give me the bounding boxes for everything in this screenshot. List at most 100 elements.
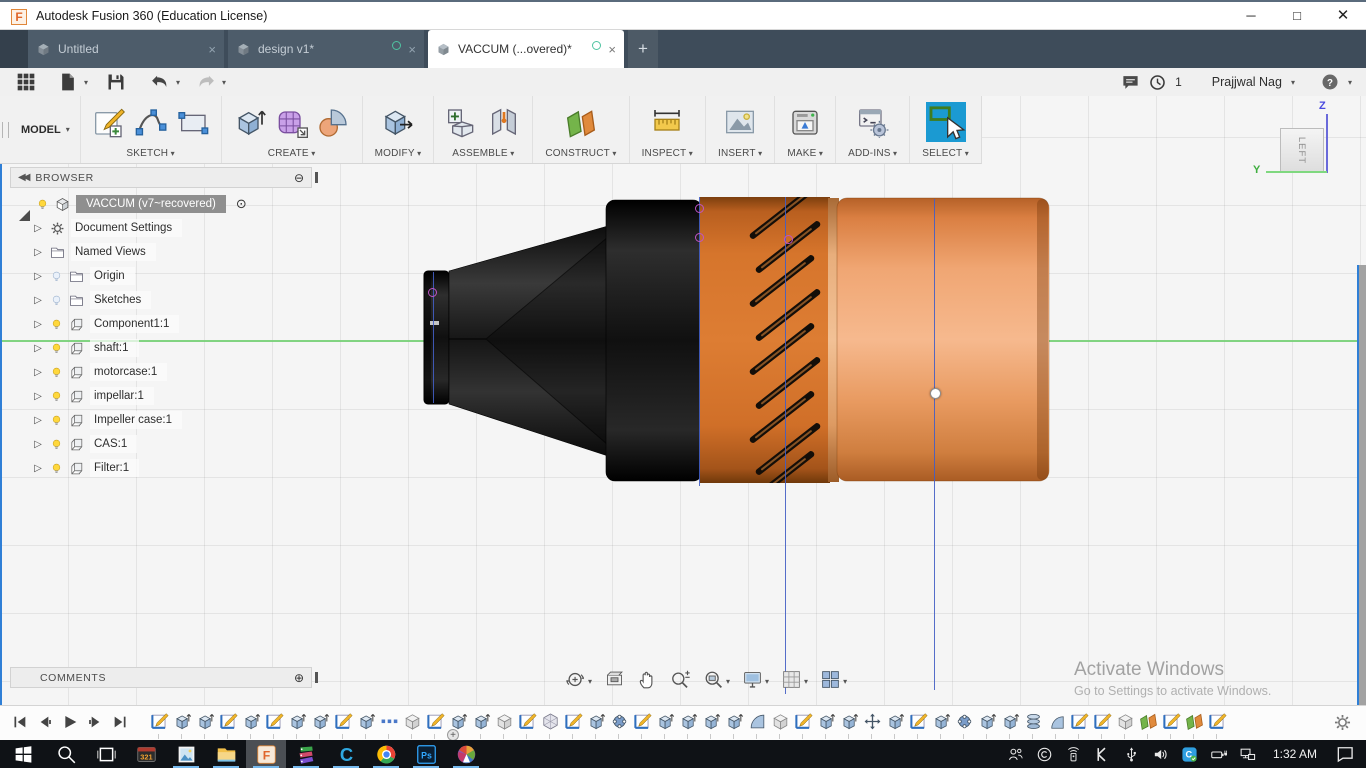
timeline-feature-extrude[interactable] <box>311 711 330 739</box>
construction-plane-tool-icon[interactable] <box>565 106 597 138</box>
orbit-caret-icon[interactable] <box>588 677 592 686</box>
ribbon-group-label[interactable]: MAKE <box>787 148 823 159</box>
viewports-caret-icon[interactable] <box>843 677 847 686</box>
browser-item-sketches[interactable]: Sketches <box>18 288 318 312</box>
timeline-feature-sketch[interactable] <box>1070 711 1089 739</box>
user-menu-caret-icon[interactable] <box>1291 78 1295 87</box>
ribbon-group-label[interactable]: CREATE <box>268 148 316 159</box>
ribbon-group-label[interactable]: SKETCH <box>126 148 174 159</box>
help-icon[interactable]: ? <box>1321 73 1339 91</box>
play-icon[interactable] <box>62 714 78 730</box>
sweep-tool-icon[interactable] <box>318 106 350 138</box>
document-tab-2[interactable]: design v1* <box>228 30 424 68</box>
tab-close-icon[interactable] <box>208 42 216 57</box>
timeline-feature-extrude[interactable] <box>656 711 675 739</box>
go-to-start-icon[interactable] <box>12 714 28 730</box>
visibility-bulb-icon[interactable] <box>50 437 63 452</box>
create-sketch-tool-icon[interactable] <box>93 106 125 138</box>
circle-minus-icon[interactable] <box>294 171 304 185</box>
orbit-nav-button[interactable] <box>562 669 595 690</box>
zoom-nav-button[interactable] <box>667 669 694 690</box>
visibility-bulb-icon[interactable] <box>50 293 63 308</box>
model-nozzle[interactable] <box>423 199 703 482</box>
timeline-feature-sketch[interactable] <box>633 711 652 739</box>
timeline-feature-form[interactable] <box>541 711 560 739</box>
taskbar-media-player-classic-icon[interactable]: 321 <box>126 740 166 768</box>
form-tool-icon[interactable] <box>276 106 308 138</box>
visibility-bulb-icon[interactable] <box>50 389 63 404</box>
timeline-feature-extrude[interactable] <box>357 711 376 739</box>
insert-image-tool-icon[interactable] <box>724 106 756 138</box>
timeline-feature-joint[interactable] <box>955 711 974 739</box>
step-back-icon[interactable] <box>37 714 53 730</box>
visibility-bulb-icon[interactable] <box>50 461 63 476</box>
timeline-feature-extrude[interactable] <box>196 711 215 739</box>
collapsed-arrow-icon[interactable] <box>32 271 44 282</box>
visibility-bulb-icon[interactable] <box>50 341 63 356</box>
go-to-end-icon[interactable] <box>112 714 128 730</box>
browser-item-document-settings[interactable]: Document Settings <box>18 216 318 240</box>
ribbon-group-label[interactable]: SELECT <box>922 148 969 159</box>
browser-item-named-views[interactable]: Named Views <box>18 240 318 264</box>
file-icon[interactable] <box>58 72 78 92</box>
timeline-feature-sketch[interactable] <box>150 711 169 739</box>
redo-icon[interactable] <box>196 72 216 92</box>
look-at-nav-button[interactable] <box>601 669 628 690</box>
joint-tool-icon[interactable] <box>488 106 520 138</box>
browser-item-origin[interactable]: Origin <box>18 264 318 288</box>
taskbar-picasa-icon[interactable] <box>446 740 486 768</box>
vacuum-3d-model[interactable] <box>420 193 1055 490</box>
browser-item-component1-1[interactable]: Component1:1 <box>18 312 318 336</box>
tray-creative-cloud-icon[interactable] <box>1033 740 1057 768</box>
browser-root-item[interactable]: VACCUM (v7~recovered) <box>18 192 318 221</box>
extrude-tool-icon[interactable] <box>234 106 266 138</box>
undo-icon[interactable] <box>150 72 170 92</box>
timeline-feature-box[interactable] <box>1116 711 1135 739</box>
ribbon-group-label[interactable]: CONSTRUCT <box>545 148 616 159</box>
taskbar-chrome-icon[interactable] <box>366 740 406 768</box>
step-forward-icon[interactable] <box>87 714 103 730</box>
document-tab-1[interactable]: Untitled <box>28 30 224 68</box>
timeline-feature-box[interactable] <box>403 711 422 739</box>
press-pull-tool-icon[interactable] <box>382 106 414 138</box>
collapsed-arrow-icon[interactable] <box>32 247 44 258</box>
measure-tool-icon[interactable] <box>651 106 683 138</box>
select-tool-icon[interactable] <box>925 102 966 142</box>
browser-item-impellar-1[interactable]: impellar:1 <box>18 384 318 408</box>
taskbar-winrar-icon[interactable] <box>286 740 326 768</box>
visibility-bulb-icon[interactable] <box>50 413 63 428</box>
taskbar-photoshop-icon[interactable]: Ps <box>406 740 446 768</box>
workspace-switcher[interactable]: MODEL <box>11 96 79 163</box>
rectangle-tool-icon[interactable] <box>177 106 209 138</box>
timeline-feature-sketch[interactable] <box>564 711 583 739</box>
timeline-feature-sketch[interactable] <box>909 711 928 739</box>
new-tab-button[interactable] <box>628 30 658 68</box>
timeline-feature-extrude[interactable] <box>173 711 192 739</box>
browser-item-motorcase-1[interactable]: motorcase:1 <box>18 360 318 384</box>
taskbar-clock[interactable]: 1:32 AM <box>1265 747 1325 761</box>
visibility-bulb-icon[interactable] <box>50 317 63 332</box>
taskbar-fusion-360-icon[interactable]: F <box>246 740 286 768</box>
circle-plus-icon[interactable] <box>294 671 304 685</box>
visibility-bulb-icon[interactable] <box>50 365 63 380</box>
collapsed-arrow-icon[interactable] <box>32 463 44 474</box>
browser-panel-header[interactable]: BROWSER <box>10 167 312 188</box>
timeline-feature-sketch[interactable] <box>265 711 284 739</box>
pan-nav-button[interactable] <box>634 669 661 690</box>
ribbon-group-label[interactable]: MODIFY <box>375 148 422 159</box>
ribbon-group-label[interactable]: INSERT <box>718 148 762 159</box>
timeline-feature-extrude[interactable] <box>472 711 491 739</box>
collapsed-arrow-icon[interactable] <box>32 415 44 426</box>
tray-ccleaner-monitor-icon[interactable]: C <box>1178 740 1202 768</box>
taskbar-photos-icon[interactable] <box>166 740 206 768</box>
taskbar-file-explorer-icon[interactable] <box>206 740 246 768</box>
app-grid-icon[interactable] <box>16 72 36 92</box>
tray-power-icon[interactable] <box>1207 740 1231 768</box>
timeline-feature-extrude[interactable] <box>932 711 951 739</box>
action-center-icon[interactable] <box>1330 740 1360 768</box>
collapsed-arrow-icon[interactable] <box>32 295 44 306</box>
3d-print-tool-icon[interactable] <box>789 106 821 138</box>
timeline-feature-box[interactable] <box>771 711 790 739</box>
timeline-feature-plane[interactable] <box>1185 711 1204 739</box>
grid-settings-caret-icon[interactable] <box>804 677 808 686</box>
